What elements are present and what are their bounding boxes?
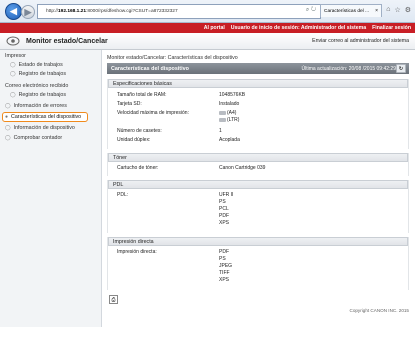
list-item: PS — [219, 256, 226, 262]
page-header: Monitor estado/Cancelar Enviar correo al… — [0, 33, 415, 50]
copyright: Copyright CANON INC. 2015 — [349, 308, 410, 313]
row-label: Velocidad máxima de impresión: — [117, 110, 189, 116]
bullet-icon: ◯ — [10, 92, 16, 98]
section-header: PDL — [108, 180, 408, 189]
section-header: Tóner — [108, 153, 408, 162]
sidebar-item-device-features[interactable]: ● Características del dispositivo — [2, 112, 88, 122]
content-title: Características del dispositivo — [111, 65, 189, 72]
bullet-icon: ◯ — [5, 125, 11, 131]
refresh-icon: ↻ — [398, 65, 404, 72]
star-icon[interactable]: ☆ — [394, 6, 400, 14]
sidebar-item-printer[interactable]: Impresor — [5, 53, 26, 59]
row-label: Cartucho de tóner: — [117, 165, 159, 171]
list-item: PCL — [219, 206, 229, 212]
redacted-value — [219, 117, 226, 122]
list-item: TIFF — [219, 270, 230, 276]
home-icon[interactable]: ⌂ — [386, 6, 390, 14]
logout-link[interactable]: Finalizar sesión — [372, 25, 411, 31]
address-tools[interactable]: ⌕ ↻ — [306, 7, 316, 14]
row-label: PDL: — [117, 192, 129, 198]
row-value: 1048576KB — [219, 92, 246, 98]
section-toner: Tóner Cartucho de tóner: Canon Cartridge… — [107, 153, 409, 176]
gear-icon[interactable]: ⚙ — [405, 6, 411, 14]
search-icon[interactable]: ⌕ — [306, 7, 309, 13]
section-pdl: PDL PDL: UFR II PS PCL PDF XPS — [107, 180, 409, 233]
row-label: Impresión directa: — [117, 249, 157, 255]
close-tab-icon[interactable]: × — [375, 8, 378, 14]
sidebar-item-device-info[interactable]: ◯ Información de dispositivo — [5, 125, 75, 131]
url-text: http://192.168.1.21:8000/rps/dfeshow.cgi… — [46, 9, 178, 14]
bullet-icon: ◯ — [5, 135, 11, 141]
row-value: (LTR) — [219, 117, 239, 123]
row-value: Acoplada — [219, 137, 240, 143]
row-value: Instalado — [219, 101, 240, 107]
back-arrow-icon[interactable]: ◀ — [5, 3, 22, 20]
row-label: Tarjeta SD: — [117, 101, 142, 107]
bullet-icon: ◯ — [5, 103, 11, 109]
browser-window: ◀ ▶ http://192.168.1.21:8000/rps/dfeshow… — [0, 0, 415, 327]
refresh-icon[interactable]: ↻ — [311, 7, 316, 13]
list-item: JPEG — [219, 263, 233, 269]
row-label: Tamaño total de RAM: — [117, 92, 167, 98]
monitor-logo-icon — [6, 36, 20, 46]
row-value: 1 — [219, 128, 222, 134]
browser-toolbar: ◀ ▶ http://192.168.1.21:8000/rps/dfeshow… — [0, 0, 415, 23]
page-title: Monitor estado/Cancelar — [26, 37, 108, 45]
bullet-icon: ● — [5, 114, 9, 120]
section-header: Impresión directa — [108, 237, 408, 246]
main-content: Monitor estado/Cancelar: Características… — [107, 50, 409, 327]
user-info: Usuario de inicio de sesión: Administrad… — [230, 25, 367, 31]
last-update: Última actualización: 20/08 /2015 09:42:… — [301, 65, 396, 72]
tab-label: Características del ... — [324, 8, 370, 14]
list-item: XPS — [219, 277, 230, 283]
print-icon[interactable]: ⎙ — [109, 295, 118, 304]
sidebar: Impresor ◯ Estado de trabajos ◯ Registro d… — [0, 50, 102, 327]
forward-arrow-icon[interactable]: ▶ — [21, 5, 35, 19]
refresh-button[interactable]: ↻ — [396, 64, 406, 73]
list-item: PDF — [219, 249, 229, 255]
row-label: Unidad dúplex: — [117, 137, 151, 143]
portal-link[interactable]: Al portal — [204, 25, 225, 31]
section-header: Especificaciones básicas — [108, 79, 408, 88]
sidebar-item-email-job-log[interactable]: ◯ Registro de trabajos — [10, 92, 66, 98]
browser-tool-icons: ⌂ ☆ ⚙ — [386, 6, 411, 14]
list-item: UFR II — [219, 192, 234, 198]
list-item: PS — [219, 199, 226, 205]
section-title-bar: Características del dispositivo Última a… — [107, 63, 409, 74]
send-mail-link[interactable]: Enviar correo al administrador del siste… — [312, 38, 409, 44]
sidebar-item-error-info[interactable]: ◯ Información de errores — [5, 103, 67, 109]
row-value: (A4) — [219, 110, 236, 116]
sidebar-item-job-status[interactable]: ◯ Estado de trabajos — [10, 62, 63, 68]
browser-tab[interactable]: Características del ... × — [320, 4, 382, 17]
list-item: PDF — [219, 213, 229, 219]
bullet-icon: ◯ — [10, 71, 16, 77]
sidebar-item-job-log[interactable]: ◯ Registro de trabajos — [10, 71, 66, 77]
row-value: Canon Cartridge 039 — [219, 165, 266, 171]
bullet-icon: ◯ — [10, 62, 16, 68]
address-bar[interactable]: http://192.168.1.21:8000/rps/dfeshow.cgi… — [37, 4, 321, 19]
top-nav-bar: Al portal Usuario de inicio de sesión: A… — [0, 23, 415, 33]
sidebar-item-received-email[interactable]: Correo electrónico recibido — [5, 83, 68, 89]
section-basic-specs: Especificaciones básicas Tamaño total de… — [107, 79, 409, 149]
section-direct-print: Impresión directa Impresión directa: PDF… — [107, 237, 409, 290]
row-label: Número de casetes: — [117, 128, 162, 134]
sidebar-item-check-counter[interactable]: ◯ Comprobar contador — [5, 135, 62, 141]
list-item: XPS — [219, 220, 230, 226]
redacted-value — [219, 110, 226, 115]
breadcrumb: Monitor estado/Cancelar: Características… — [107, 55, 238, 61]
